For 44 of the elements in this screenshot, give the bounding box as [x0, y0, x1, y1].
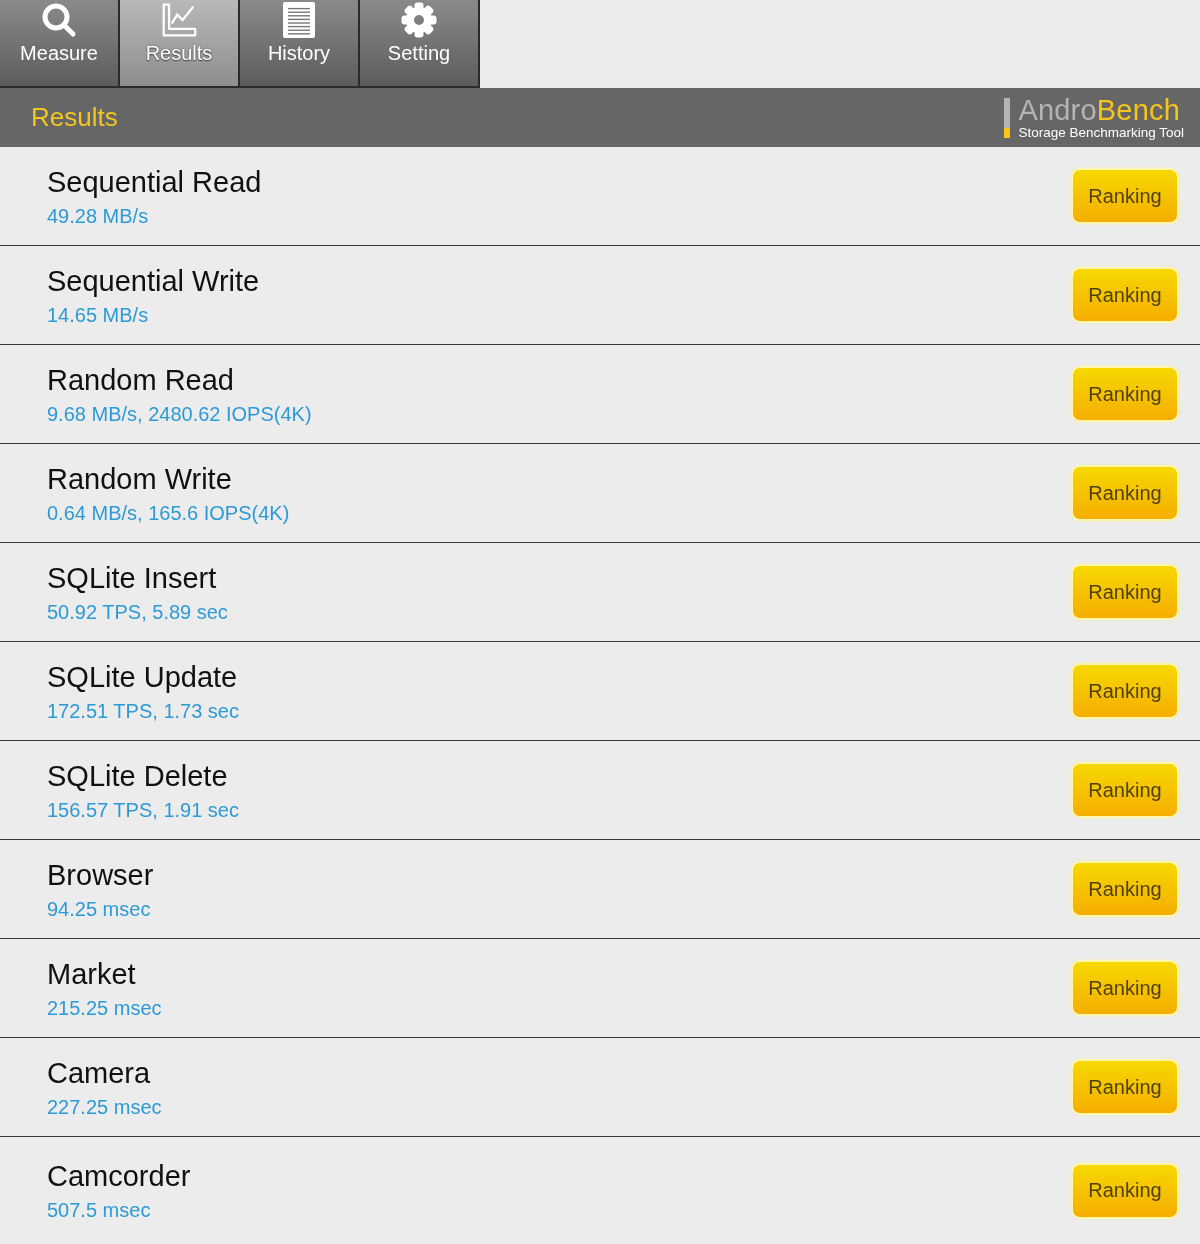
test-name: Sequential Read: [47, 164, 262, 199]
test-result: 172.51 TPS, 1.73 sec: [47, 698, 239, 723]
tab[interactable]: Measure: [0, 0, 118, 86]
ranking-button[interactable]: Ranking: [1071, 960, 1179, 1016]
logo-tagline: Storage Benchmarking Tool: [1018, 124, 1184, 141]
test-result: 49.28 MB/s: [47, 203, 150, 228]
test-name: Random Write: [47, 461, 233, 496]
ranking-button[interactable]: Ranking: [1071, 1162, 1179, 1219]
ranking-button[interactable]: Ranking: [1071, 366, 1179, 422]
ranking-button[interactable]: Ranking: [1071, 267, 1179, 323]
test-name: Sequential Write: [47, 263, 260, 298]
test-result: 50.92 TPS, 5.89 sec: [47, 599, 228, 624]
tab[interactable]: History: [240, 0, 358, 86]
ranking-button[interactable]: Ranking: [1071, 465, 1179, 521]
test-name: Camera: [47, 1055, 152, 1090]
page-title: Results: [31, 102, 118, 133]
test-name: SQLite Insert: [47, 560, 218, 595]
test-name: Random Read: [47, 362, 235, 397]
test-name: Camcorder: [47, 1159, 191, 1193]
test-name: Market: [47, 956, 137, 991]
ranking-button[interactable]: Ranking: [1071, 861, 1179, 917]
ranking-button[interactable]: Ranking: [1071, 762, 1179, 818]
test-result: 507.5 msec: [47, 1198, 152, 1222]
logo-bar-icon: [1004, 97, 1011, 138]
test-result: 215.25 msec: [47, 995, 162, 1020]
ranking-button[interactable]: Ranking: [1071, 564, 1179, 620]
settings-icon: [401, 2, 437, 38]
test-result: 156.57 TPS, 1.91 sec: [47, 797, 239, 822]
document-icon: [281, 2, 317, 38]
test-result: 0.64 MB/s, 165.6 IOPS(4K): [47, 500, 290, 525]
test-result: 14.65 MB/s: [47, 302, 150, 327]
test-result: 9.68 MB/s, 2480.62 IOPS(4K): [47, 401, 312, 426]
search-icon: [41, 2, 77, 38]
test-result: 94.25 msec: [47, 896, 152, 921]
tab[interactable]: Setting: [360, 0, 478, 86]
logo-wordmark: AndroBench: [1018, 94, 1181, 125]
ranking-button[interactable]: Ranking: [1071, 1059, 1179, 1115]
test-result: 227.25 msec: [47, 1094, 162, 1119]
ranking-button[interactable]: Ranking: [1071, 168, 1179, 224]
test-name: SQLite Update: [47, 659, 239, 694]
line-chart-icon: [161, 2, 197, 38]
test-name: SQLite Delete: [47, 758, 229, 793]
test-name: Browser: [47, 857, 154, 892]
ranking-button[interactable]: Ranking: [1071, 663, 1179, 719]
